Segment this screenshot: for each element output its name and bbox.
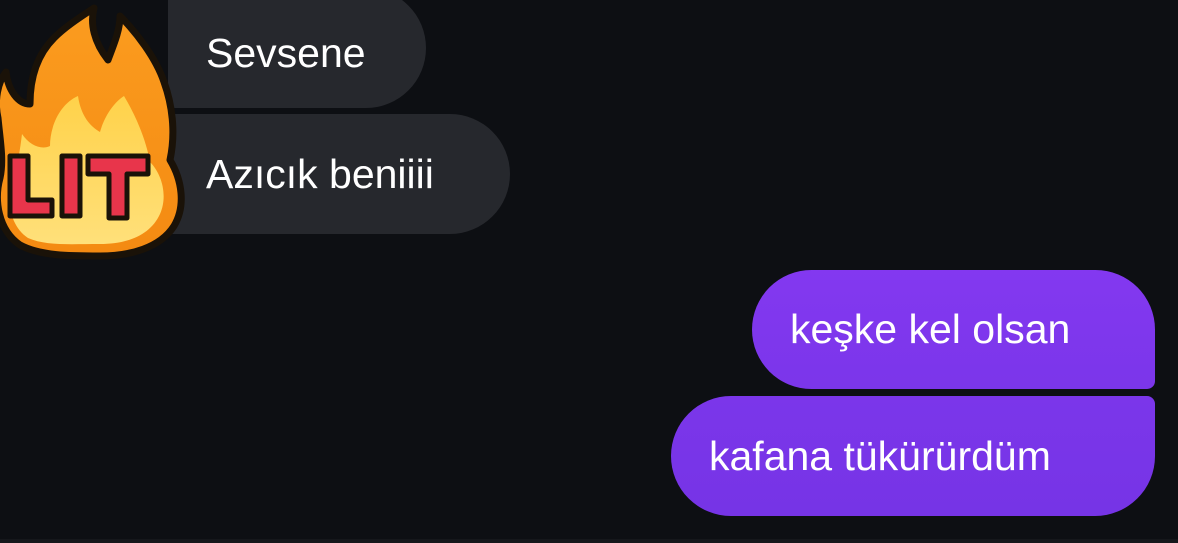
sent-message-bubble[interactable]: keşke kel olsan xyxy=(752,270,1155,389)
fire-lit-sticker-icon[interactable] xyxy=(0,0,195,262)
sent-message-bubble[interactable]: kafana tükürürdüm xyxy=(671,396,1155,516)
message-text: kafana tükürürdüm xyxy=(709,432,1051,479)
received-message-bubble[interactable]: Sevsene xyxy=(168,0,426,108)
composer-top-edge xyxy=(0,539,1178,543)
message-text: Sevsene xyxy=(206,29,366,76)
message-text: Azıcık beniiii xyxy=(206,150,434,197)
received-message-bubble[interactable]: Azıcık beniiii xyxy=(168,114,510,234)
message-text: keşke kel olsan xyxy=(790,306,1071,352)
